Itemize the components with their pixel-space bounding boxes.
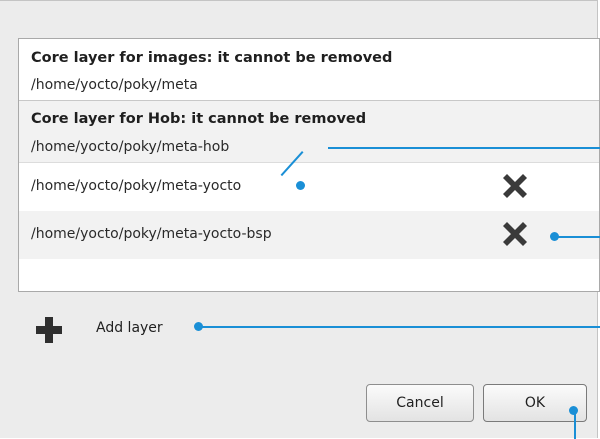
callout-line	[558, 236, 600, 238]
layer-path: /home/yocto/poky/meta	[31, 77, 198, 93]
layer-title: Core layer for Hob: it cannot be removed	[31, 111, 367, 127]
ok-button[interactable]: OK	[483, 384, 587, 422]
layer-path: /home/yocto/poky/meta-yocto	[31, 178, 242, 194]
delete-x-icon[interactable]	[500, 171, 530, 201]
layers-dialog: Core layer for images: it cannot be remo…	[0, 0, 600, 439]
callout-dot	[296, 181, 305, 190]
list-item-meta-yocto-bsp[interactable]: /home/yocto/poky/meta-yocto-bsp	[19, 211, 599, 259]
add-layer-label[interactable]: Add layer	[96, 320, 163, 336]
callout-line	[202, 326, 600, 328]
delete-x-icon[interactable]	[500, 219, 530, 249]
list-item-meta-yocto[interactable]: /home/yocto/poky/meta-yocto	[19, 163, 599, 211]
layers-list: Core layer for images: it cannot be remo…	[18, 38, 600, 292]
cancel-button[interactable]: Cancel	[366, 384, 474, 422]
list-item-core-hob[interactable]: Core layer for Hob: it cannot be removed…	[19, 101, 599, 163]
layer-title: Core layer for images: it cannot be remo…	[31, 50, 393, 66]
layer-path: /home/yocto/poky/meta-yocto-bsp	[31, 226, 272, 242]
callout-line	[328, 147, 600, 149]
callout-line	[574, 413, 576, 439]
plus-icon[interactable]	[34, 315, 64, 345]
list-item-core-images[interactable]: Core layer for images: it cannot be remo…	[19, 39, 599, 101]
layer-path: /home/yocto/poky/meta-hob	[31, 139, 230, 155]
